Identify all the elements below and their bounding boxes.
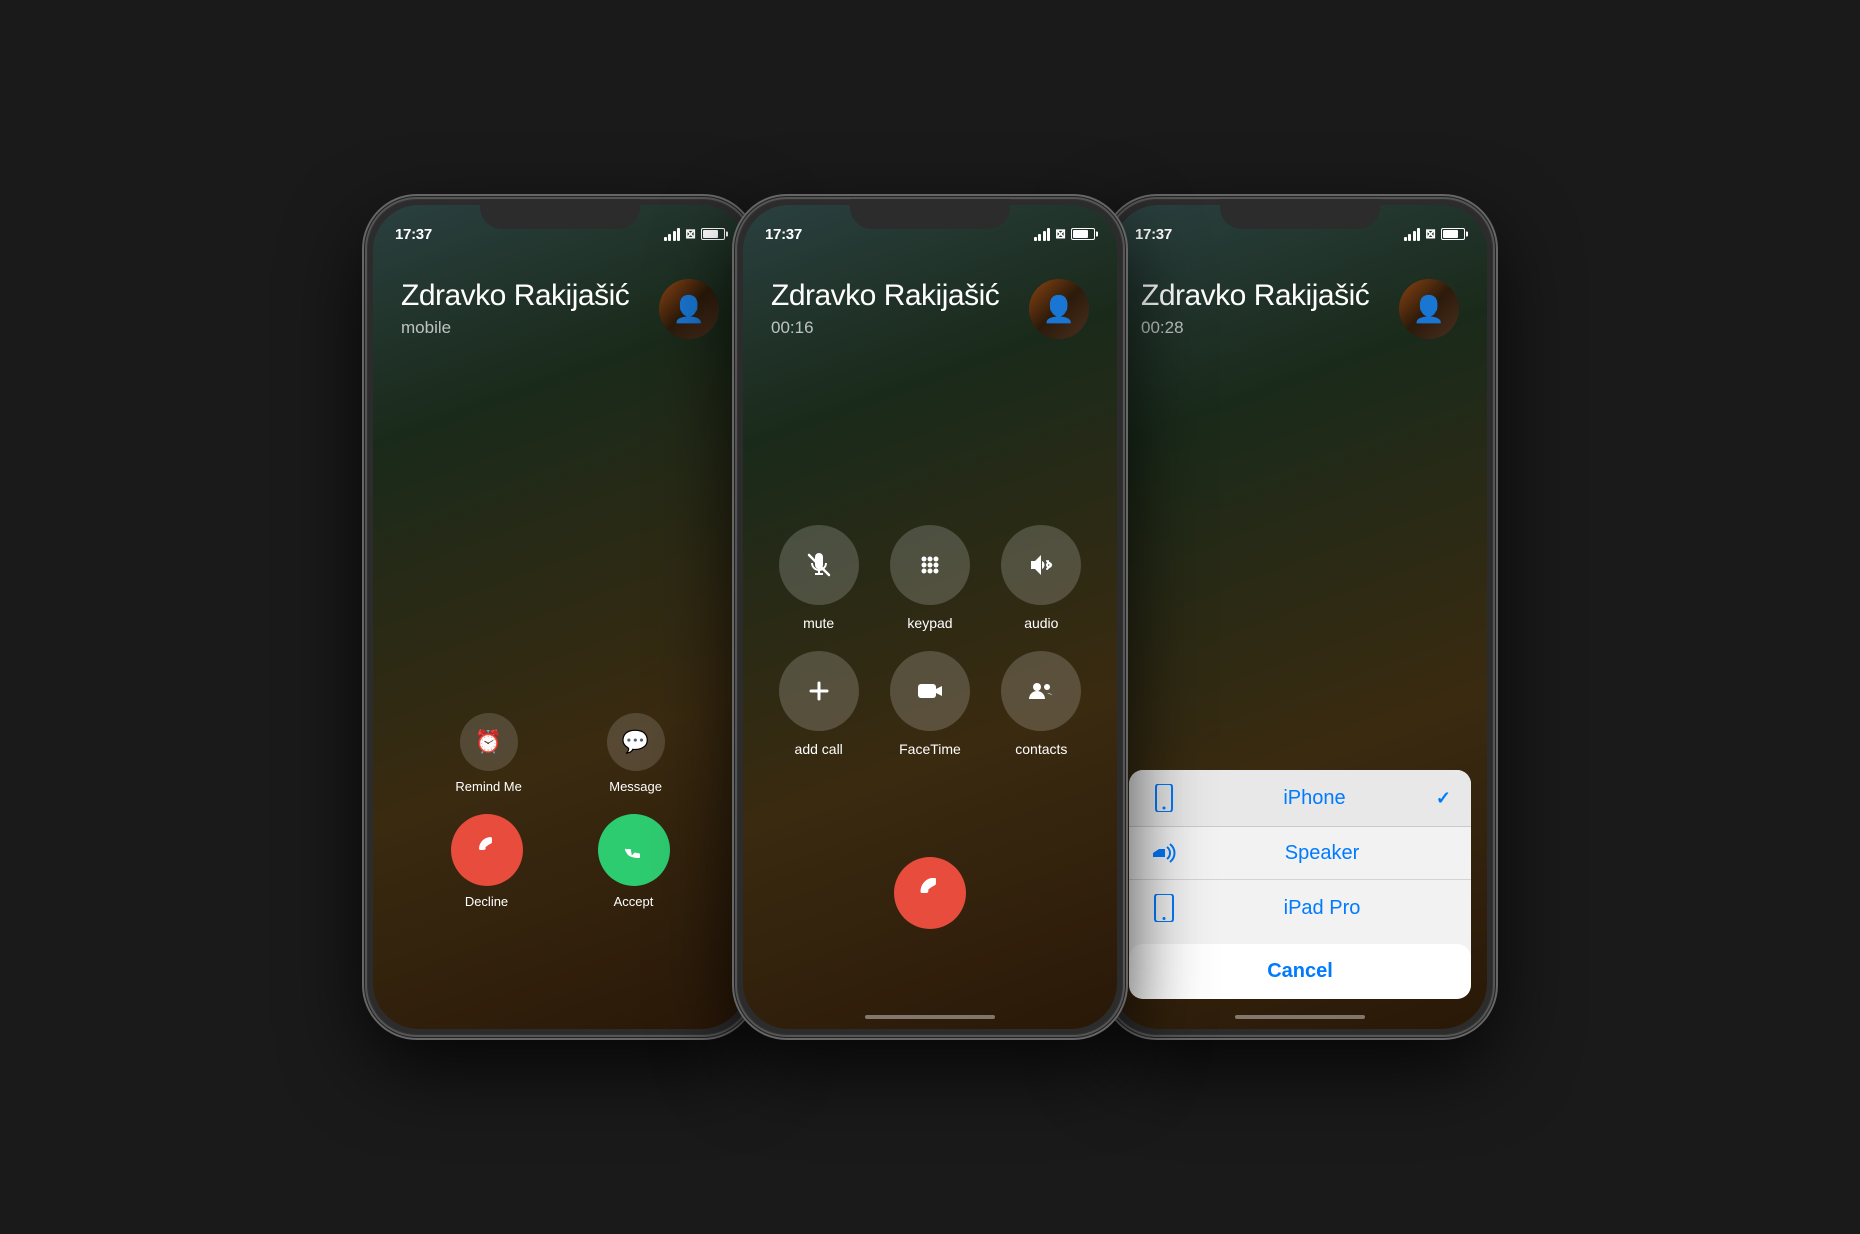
iphone-label: iPhone bbox=[1193, 787, 1436, 810]
contacts-label: contacts bbox=[1015, 741, 1067, 757]
facetime-label: FaceTime bbox=[899, 741, 961, 757]
status-icons-2: ⊠ bbox=[1034, 226, 1095, 242]
call-buttons-row: Decline Accept bbox=[373, 814, 747, 909]
contacts-button[interactable]: contacts bbox=[996, 651, 1087, 757]
avatar-face-3: 👤 bbox=[1399, 279, 1459, 339]
cancel-button[interactable]: Cancel bbox=[1129, 944, 1471, 999]
contact-name-3: Zdravko Rakijašić bbox=[1141, 279, 1399, 312]
speaker-option[interactable]: Speaker bbox=[1129, 827, 1471, 880]
home-indicator-3 bbox=[1235, 1015, 1365, 1019]
contact-section-2: Zdravko Rakijašić 00:16 👤 bbox=[743, 249, 1117, 339]
accept-button[interactable]: Accept bbox=[598, 814, 670, 909]
keypad-label: keypad bbox=[907, 615, 952, 631]
remind-icon: ⏰ bbox=[460, 713, 518, 771]
audio-button[interactable]: audio bbox=[996, 525, 1087, 631]
battery-2 bbox=[1071, 228, 1095, 240]
phone-audio-picker: 17:37 ⊠ Zdravko Rakijašić 00:28 bbox=[1105, 197, 1495, 1037]
signal-bars-1 bbox=[664, 228, 681, 241]
avatar-1: 👤 bbox=[659, 279, 719, 339]
audio-picker-sheet: iPhone ✓ Speaker bbox=[1129, 770, 1471, 999]
status-time-1: 17:37 bbox=[395, 226, 432, 243]
screen-2: 17:37 ⊠ Zdravko Rakijašić 00:16 bbox=[743, 205, 1117, 1029]
contact-info-1: Zdravko Rakijašić mobile bbox=[401, 279, 659, 338]
end-call-button[interactable] bbox=[894, 857, 966, 929]
checkmark-icon: ✓ bbox=[1436, 788, 1451, 809]
decline-button[interactable]: Decline bbox=[451, 814, 523, 909]
home-indicator-2 bbox=[865, 1015, 995, 1019]
speaker-device-icon bbox=[1149, 841, 1179, 865]
add-call-button[interactable]: add call bbox=[773, 651, 864, 757]
message-label: Message bbox=[609, 779, 662, 794]
contact-section-3: Zdravko Rakijašić 00:28 👤 bbox=[1113, 249, 1487, 339]
notch-2 bbox=[850, 199, 1010, 229]
avatar-2: 👤 bbox=[1029, 279, 1089, 339]
call-timer-3: 00:28 bbox=[1141, 318, 1399, 338]
phone-incoming: 17:37 ⊠ Zdravko Rakijašić mobile bbox=[365, 197, 755, 1037]
mute-button[interactable]: mute bbox=[773, 525, 864, 631]
cancel-section: Cancel bbox=[1129, 944, 1471, 999]
facetime-button[interactable]: FaceTime bbox=[884, 651, 975, 757]
decline-circle bbox=[451, 814, 523, 886]
signal-bar bbox=[673, 231, 676, 241]
avatar-face-2: 👤 bbox=[1029, 279, 1089, 339]
accept-label: Accept bbox=[614, 894, 654, 909]
signal-bars-3 bbox=[1404, 228, 1421, 241]
accept-circle bbox=[598, 814, 670, 886]
remind-label: Remind Me bbox=[455, 779, 521, 794]
contacts-icon bbox=[1001, 651, 1081, 731]
iphone-option[interactable]: iPhone ✓ bbox=[1129, 770, 1471, 827]
status-time-2: 17:37 bbox=[765, 226, 802, 243]
status-icons-1: ⊠ bbox=[664, 226, 725, 242]
screen-1: 17:37 ⊠ Zdravko Rakijašić mobile bbox=[373, 205, 747, 1029]
decline-label: Decline bbox=[465, 894, 508, 909]
message-action[interactable]: 💬 Message bbox=[607, 713, 665, 794]
ipad-label: iPad Pro bbox=[1193, 897, 1451, 920]
call-timer-2: 00:16 bbox=[771, 318, 1029, 338]
call-controls: mute keypad bbox=[743, 525, 1117, 757]
mute-label: mute bbox=[803, 615, 834, 631]
signal-bar bbox=[664, 237, 667, 241]
mute-icon bbox=[779, 525, 859, 605]
notch-1 bbox=[480, 199, 640, 229]
battery-3 bbox=[1441, 228, 1465, 240]
audio-label: audio bbox=[1024, 615, 1058, 631]
avatar-face-1: 👤 bbox=[659, 279, 719, 339]
contact-section-1: Zdravko Rakijašić mobile 👤 bbox=[373, 249, 747, 339]
ipad-device-icon bbox=[1149, 894, 1179, 922]
add-call-icon bbox=[779, 651, 859, 731]
controls-grid: mute keypad bbox=[773, 525, 1087, 757]
contact-name-1: Zdravko Rakijašić bbox=[401, 279, 659, 312]
audio-icon bbox=[1001, 525, 1081, 605]
remind-message-row: ⏰ Remind Me 💬 Message bbox=[373, 713, 747, 794]
keypad-button[interactable]: keypad bbox=[884, 525, 975, 631]
contact-sub-1: mobile bbox=[401, 318, 659, 338]
signal-bars-2 bbox=[1034, 228, 1051, 241]
contact-info-2: Zdravko Rakijašić 00:16 bbox=[771, 279, 1029, 338]
signal-bar bbox=[668, 234, 671, 241]
wifi-icon-3: ⊠ bbox=[1425, 226, 1436, 242]
status-icons-3: ⊠ bbox=[1404, 226, 1465, 242]
keypad-icon bbox=[890, 525, 970, 605]
screen-3: 17:37 ⊠ Zdravko Rakijašić 00:28 bbox=[1113, 205, 1487, 1029]
wifi-icon-1: ⊠ bbox=[685, 226, 696, 242]
contact-name-2: Zdravko Rakijašić bbox=[771, 279, 1029, 312]
battery-1 bbox=[701, 228, 725, 240]
incoming-actions: ⏰ Remind Me 💬 Message bbox=[373, 713, 747, 909]
contact-info-3: Zdravko Rakijašić 00:28 bbox=[1141, 279, 1399, 338]
avatar-3: 👤 bbox=[1399, 279, 1459, 339]
add-call-label: add call bbox=[795, 741, 843, 757]
iphone-device-icon bbox=[1149, 784, 1179, 812]
status-time-3: 17:37 bbox=[1135, 226, 1172, 243]
signal-bar bbox=[677, 228, 680, 241]
phone-active: 17:37 ⊠ Zdravko Rakijašić 00:16 bbox=[735, 197, 1125, 1037]
facetime-icon bbox=[890, 651, 970, 731]
end-call-section bbox=[894, 857, 966, 929]
phones-container: 17:37 ⊠ Zdravko Rakijašić mobile bbox=[345, 167, 1515, 1067]
remind-me-action[interactable]: ⏰ Remind Me bbox=[455, 713, 521, 794]
notch-3 bbox=[1220, 199, 1380, 229]
wifi-icon-2: ⊠ bbox=[1055, 226, 1066, 242]
message-icon: 💬 bbox=[607, 713, 665, 771]
speaker-label: Speaker bbox=[1193, 842, 1451, 865]
ipad-option[interactable]: iPad Pro bbox=[1129, 880, 1471, 936]
